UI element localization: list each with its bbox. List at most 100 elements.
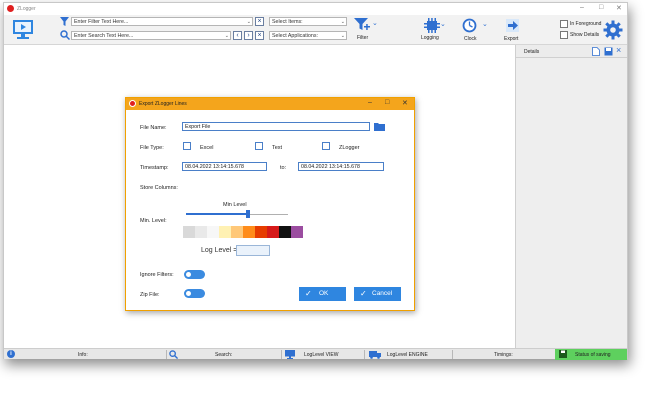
show-details-label: Show Details <box>570 32 600 38</box>
text-checkbox[interactable] <box>255 142 263 150</box>
gear-icon[interactable] <box>603 20 623 42</box>
maximize-button[interactable]: □ <box>599 4 603 11</box>
search-status-label: Search: <box>215 352 233 358</box>
status-saving-label: Status of saving <box>575 352 611 358</box>
clear-search-button[interactable]: × <box>255 31 264 40</box>
clock-label: Clock <box>464 36 477 42</box>
dialog-maximize-button[interactable]: □ <box>385 99 389 106</box>
file-type-label: File Type: <box>140 145 164 151</box>
search-icon <box>60 30 71 42</box>
filter-add-icon <box>354 18 370 30</box>
app-logo-icon <box>7 5 14 12</box>
close-window-button[interactable]: ✕ <box>616 4 622 12</box>
chevron-down-icon: ⌄ <box>340 19 345 25</box>
level-swatch[interactable] <box>279 226 291 238</box>
timestamp-from-input[interactable]: 08.04.2022 13:14:15.678 <box>182 162 267 171</box>
zip-file-toggle[interactable] <box>184 289 205 298</box>
log-level-value <box>236 245 270 256</box>
details-title: Details <box>524 49 540 55</box>
ok-label: OK <box>319 290 329 297</box>
filter-input[interactable]: Enter Filter Text Here... ⌄ <box>71 17 253 26</box>
in-foreground-checkbox[interactable] <box>560 20 568 28</box>
text-label: Text <box>272 145 283 151</box>
ignore-filters-toggle[interactable] <box>184 270 205 279</box>
level-swatch[interactable] <box>291 226 303 238</box>
logging-button[interactable]: ⌄ Logging <box>419 17 447 43</box>
minimize-button[interactable]: – <box>580 4 584 11</box>
clock-button[interactable]: ⌄ Clock <box>460 17 492 43</box>
excel-label: Excel <box>200 145 214 151</box>
dialog-title-bar: Export ZLogger Lines – □ ✕ <box>126 98 414 110</box>
search-input[interactable]: Enter Search Text Here... ⌄ <box>71 31 231 40</box>
level-color-swatches <box>183 226 303 238</box>
clear-filter-button[interactable]: × <box>255 17 264 26</box>
show-details-checkbox[interactable] <box>560 31 568 39</box>
slider-thumb[interactable] <box>246 210 250 218</box>
slider-fill <box>186 213 248 215</box>
excel-checkbox[interactable] <box>183 142 191 150</box>
level-swatch[interactable] <box>219 226 231 238</box>
level-swatch[interactable] <box>231 226 243 238</box>
file-name-input[interactable]: Export File <box>182 122 370 131</box>
chevron-down-icon[interactable]: ⌄ <box>247 18 251 25</box>
app-logo-icon <box>129 100 136 107</box>
search-next-button[interactable]: › <box>244 31 253 40</box>
timings-label: Timings: <box>494 352 513 358</box>
details-pane: Details × <box>515 45 627 349</box>
timestamp-to-input[interactable]: 08.04.2022 13:14:15.678 <box>298 162 384 171</box>
ok-button[interactable]: ✓ OK <box>299 287 346 301</box>
chevron-down-icon: ⌄ <box>440 21 446 28</box>
divider <box>452 350 453 359</box>
cancel-button[interactable]: ✓ Cancel <box>354 287 401 301</box>
min-level-slider[interactable] <box>186 213 288 217</box>
to-label: to: <box>280 165 287 171</box>
export-button[interactable]: Export <box>501 17 523 43</box>
level-swatch[interactable] <box>195 226 207 238</box>
window-title: ZLogger <box>17 6 36 12</box>
info-label: Info: <box>78 352 88 358</box>
loglevel-view-label: LogLevel VIEW <box>304 352 339 358</box>
select-applications-dropdown[interactable]: Select Applications: ⌄ <box>269 31 347 40</box>
chevron-down-icon[interactable]: ⌄ <box>225 32 229 39</box>
level-swatch[interactable] <box>243 226 255 238</box>
divider <box>364 350 365 359</box>
check-icon: ✓ <box>305 289 312 298</box>
clock-icon <box>462 18 477 33</box>
level-swatch[interactable] <box>267 226 279 238</box>
filter-icon <box>60 17 69 28</box>
toggle-knob <box>186 272 191 277</box>
chevron-down-icon: ⌄ <box>482 21 488 28</box>
zlogger-checkbox[interactable] <box>322 142 330 150</box>
new-file-icon[interactable] <box>592 47 600 58</box>
search-prev-button[interactable]: ‹ <box>233 31 242 40</box>
level-swatch[interactable] <box>255 226 267 238</box>
filter-button[interactable]: ⌄ Filter <box>352 17 382 43</box>
in-foreground-label: In Foreground <box>570 21 602 27</box>
truck-icon <box>369 350 381 361</box>
filter-label: Filter <box>357 35 369 41</box>
chevron-right-icon: › <box>247 32 250 39</box>
dialog-minimize-button[interactable]: – <box>368 99 372 106</box>
dialog-close-button[interactable]: ✕ <box>402 99 408 107</box>
divider <box>166 350 167 359</box>
min-level-label: Min. Level: <box>140 218 167 224</box>
close-icon: × <box>257 32 262 39</box>
monitor-icon[interactable] <box>12 18 34 42</box>
chevron-down-icon: ⌄ <box>372 20 378 27</box>
folder-icon[interactable] <box>374 122 385 133</box>
toolbar: Enter Filter Text Here... ⌄ × Select Item… <box>4 15 627 45</box>
save-icon[interactable] <box>604 47 613 58</box>
info-icon: i <box>7 350 15 358</box>
select-items-dropdown[interactable]: Select Items: ⌄ <box>269 17 347 26</box>
min-level-title: Min Level <box>223 202 247 208</box>
level-swatch[interactable] <box>207 226 219 238</box>
file-name-label: File Name: <box>140 125 167 131</box>
details-header: Details × <box>516 45 627 58</box>
ignore-filters-label: Ignore Filters: <box>140 272 174 278</box>
level-swatch[interactable] <box>183 226 195 238</box>
zlogger-label: ZLogger <box>339 145 360 151</box>
log-level-label: Log Level = <box>201 247 238 254</box>
close-icon: × <box>257 18 262 25</box>
close-details-icon[interactable]: × <box>616 45 621 55</box>
dialog-title: Export ZLogger Lines <box>139 101 187 107</box>
